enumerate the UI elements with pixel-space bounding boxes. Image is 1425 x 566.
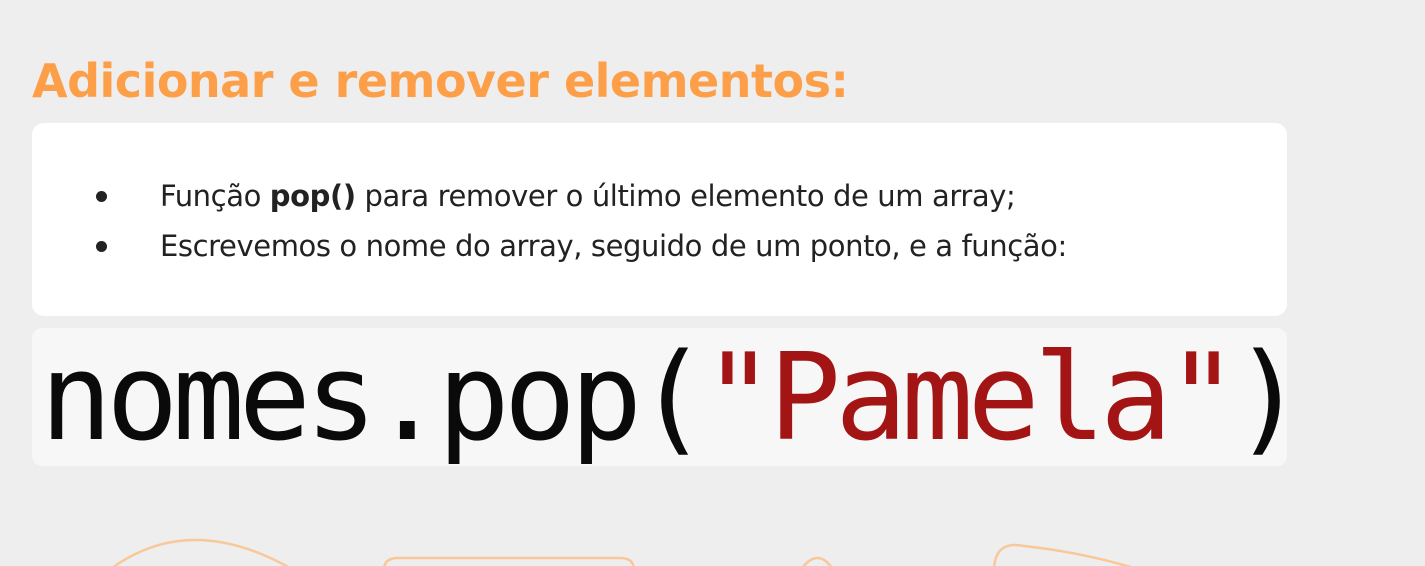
bullet-dot-icon [96, 191, 107, 202]
list-item-bold: pop() [269, 179, 356, 213]
code-object: nomes [40, 329, 377, 466]
list-item-text: Escrevemos o nome do array, seguido de u… [160, 229, 1067, 263]
list-item-text: Função [160, 179, 270, 213]
decor-rounded-rect-icon [383, 556, 635, 566]
decor-curve-left-icon [112, 538, 289, 566]
list-item-text-suffix: para remover o último elemento de um arr… [355, 179, 1016, 213]
code-string: "Pamela" [702, 329, 1238, 466]
code-open-paren: ( [636, 329, 708, 466]
content-card: Função pop() para remover o último eleme… [32, 123, 1287, 316]
decor-curve-right-icon [993, 543, 1132, 566]
bullet-dot-icon [96, 241, 107, 252]
code-line: nomes.pop("Pamela") [40, 334, 1287, 464]
bullet-list: Função pop() para remover o último eleme… [96, 171, 1067, 271]
code-dot: . [371, 329, 443, 466]
code-close-paren: ) [1232, 329, 1287, 466]
decor-small-arc-icon [802, 556, 832, 566]
code-method: pop [437, 329, 642, 466]
page-title: Adicionar e remover elementos: [32, 54, 849, 108]
list-item: Função pop() para remover o último eleme… [96, 171, 1067, 221]
list-item: Escrevemos o nome do array, seguido de u… [96, 221, 1067, 271]
code-snippet: nomes.pop("Pamela") [32, 328, 1287, 466]
